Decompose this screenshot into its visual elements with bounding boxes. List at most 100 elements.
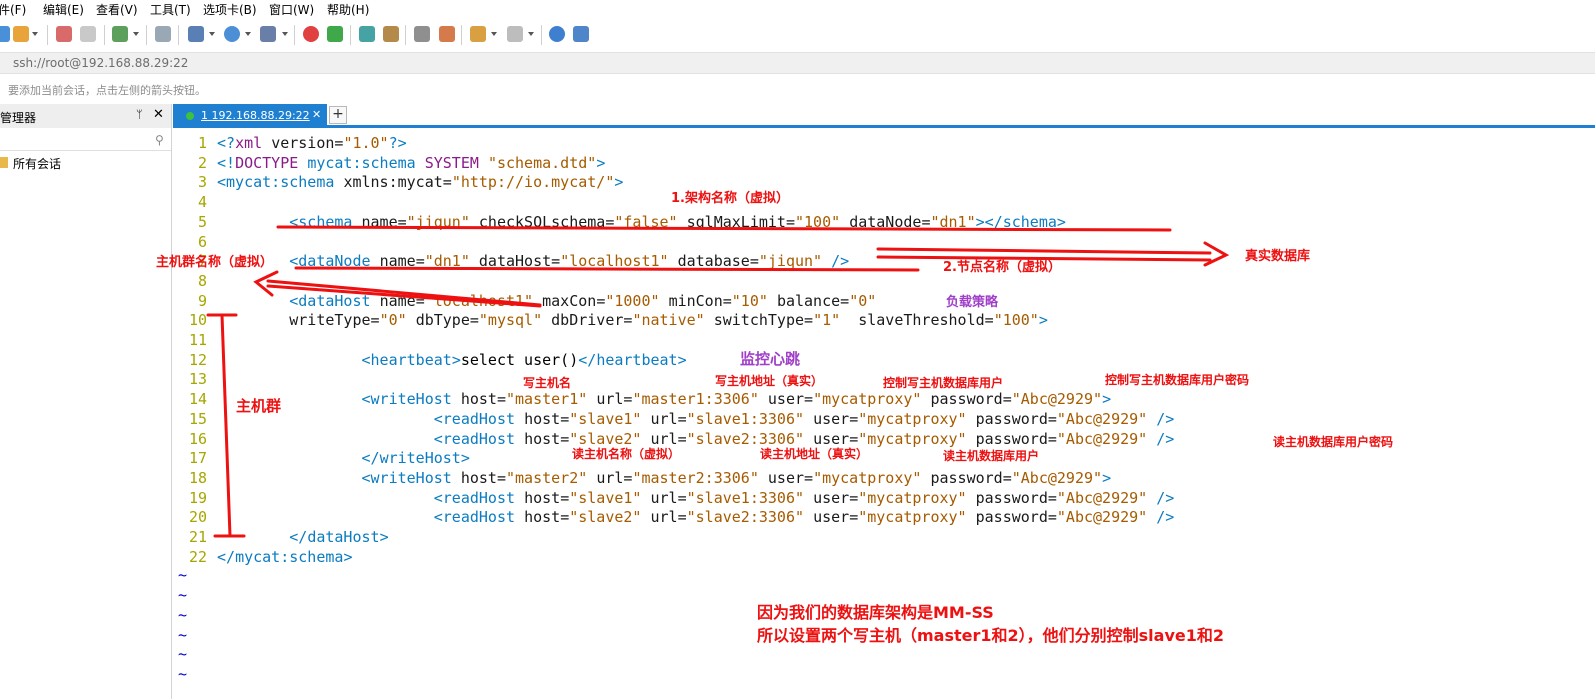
code-text: writeType="0" dbType="mysql" dbDriver="n…: [289, 311, 1048, 330]
menu-edit[interactable]: 编辑(E): [43, 1, 84, 18]
line-number: 9: [197, 291, 207, 310]
fullscreen-icon[interactable]: [359, 26, 375, 42]
code-text: <mycat:schema xmlns:mycat="http://io.myc…: [217, 173, 624, 192]
code-text: <writeHost host="master1" url="master1:3…: [361, 390, 1112, 409]
tab-session[interactable]: 1 192.168.88.29:22 ✕: [173, 104, 327, 128]
annotation-read-db-pwd: 读主机数据库用户密码: [1273, 435, 1394, 449]
highlight-icon[interactable]: [439, 26, 455, 42]
empty-line-marker: ~: [178, 645, 188, 664]
add-tab-button[interactable]: +: [329, 106, 347, 124]
session-manager-title: 会话管理器: [0, 111, 37, 125]
line-number: 22: [188, 547, 207, 566]
close-icon[interactable]: ✕: [153, 107, 164, 122]
line-number: 20: [188, 508, 207, 527]
annotation-heartbeat: 监控心跳: [740, 350, 801, 368]
empty-line-marker: ~: [178, 586, 188, 605]
code-text: <!DOCTYPE mycat:schema SYSTEM "schema.dt…: [217, 153, 606, 172]
folder-icon: [0, 157, 8, 168]
code-text: <readHost host="slave1" url="slave1:3306…: [433, 488, 1175, 507]
menu-help[interactable]: 帮助(H): [327, 1, 369, 18]
menu-file[interactable]: 文件(F): [0, 1, 26, 18]
line-number: 1: [197, 134, 207, 152]
address-bar[interactable]: ssh://root@192.168.88.29:22: [0, 52, 1595, 74]
tab-bar: 1 192.168.88.29:22 ✕ +: [173, 104, 1595, 128]
annotation-node-name: 2.节点名称（虚拟）: [943, 260, 1061, 275]
address-input[interactable]: ssh://root@192.168.88.29:22: [13, 56, 188, 70]
font-icon[interactable]: [260, 26, 276, 42]
line-number: 12: [188, 350, 207, 369]
code-text: <?xml version="1.0"?>: [217, 134, 407, 152]
code-text: <readHost host="slave1" url="slave1:3306…: [433, 409, 1175, 428]
empty-line-marker: ~: [178, 664, 188, 683]
menu-view[interactable]: 查看(V): [96, 1, 138, 18]
lock-icon[interactable]: [383, 26, 399, 42]
find-icon[interactable]: [155, 26, 171, 42]
annotation-host-group-name: 主机群名称（虚拟）: [156, 255, 274, 270]
code-text: <heartbeat>select user()</heartbeat>: [361, 350, 687, 369]
line-number: 8: [197, 271, 207, 290]
line-number: 6: [197, 232, 207, 251]
empty-line-marker: ~: [178, 605, 188, 624]
session-search[interactable]: ⚲: [0, 131, 171, 151]
code-text: </writeHost>: [361, 449, 470, 468]
line-number: 16: [188, 429, 207, 448]
hint-text: 要添加当前会话，点击左侧的箭头按钮。: [8, 84, 206, 97]
properties-icon[interactable]: [112, 26, 128, 42]
new-session-icon[interactable]: [0, 26, 10, 42]
annotation-write-host-addr: 写主机地址（真实）: [715, 374, 824, 388]
line-number: 11: [188, 331, 207, 349]
pin-icon[interactable]: ᛘ: [136, 108, 143, 121]
annotation-real-db: 真实数据库: [1245, 249, 1311, 264]
tunnel-icon[interactable]: [327, 26, 343, 42]
menu-window[interactable]: 窗口(W): [269, 1, 314, 18]
keyboard-icon[interactable]: [414, 26, 430, 42]
session-manager-header: 会话管理器 ᛘ ✕: [0, 104, 171, 128]
empty-line-marker: ~: [178, 625, 188, 644]
annotation-balance: 负载策略: [946, 295, 999, 310]
line-number: 19: [188, 488, 207, 507]
connect-icon[interactable]: [56, 26, 72, 42]
code-text: </dataHost>: [289, 528, 389, 546]
annotation-host-group: 主机群: [236, 397, 282, 415]
menu-tools[interactable]: 工具(T): [150, 1, 191, 18]
globe-icon[interactable]: [224, 26, 240, 42]
code-text: <readHost host="slave2" url="slave2:3306…: [433, 508, 1175, 527]
line-number: 2: [197, 153, 207, 172]
line-number: 3: [197, 173, 207, 192]
code-text: <dataNode name="dn1" dataHost="localhost…: [289, 252, 850, 271]
chat-icon[interactable]: [573, 26, 589, 42]
code-text: <readHost host="slave2" url="slave2:3306…: [433, 429, 1175, 448]
compose-icon[interactable]: [470, 26, 486, 42]
annotation-write-host-name: 写主机名: [523, 376, 572, 390]
empty-line-marker: ~: [178, 566, 188, 585]
annotation-note-line1: 因为我们的数据库架构是MM-SS: [757, 603, 994, 622]
code-text: <schema name="jiqun" checkSQLschema="fal…: [289, 212, 1066, 231]
disconnect-icon[interactable]: [80, 26, 96, 42]
open-folder-icon[interactable]: [13, 26, 29, 42]
annotation-read-host-name: 读主机名称（虚拟）: [572, 447, 681, 461]
line-number: 4: [197, 193, 207, 212]
line-number: 5: [197, 212, 207, 231]
line-number: 21: [188, 528, 207, 546]
annotation-write-db-user: 控制写主机数据库用户: [883, 376, 1004, 390]
annotation-write-db-pwd: 控制写主机数据库用户密码: [1105, 373, 1250, 387]
line-number: 14: [188, 390, 207, 409]
xftp-icon[interactable]: [303, 26, 319, 42]
layout-icon[interactable]: [507, 26, 523, 42]
menu-tabs[interactable]: 选项卡(B): [203, 1, 257, 18]
annotation-read-host-addr: 读主机地址（真实）: [760, 447, 869, 461]
line-number: 15: [188, 409, 207, 428]
toolbar: [0, 18, 1595, 52]
line-number: 18: [188, 468, 207, 487]
hint-bar: 要添加当前会话，点击左侧的箭头按钮。: [0, 79, 1595, 99]
tree-item-all-sessions[interactable]: 所有会话: [13, 155, 61, 172]
transfer-icon[interactable]: [188, 26, 204, 42]
code-text: <writeHost host="master2" url="master2:3…: [361, 468, 1112, 487]
help-icon[interactable]: [549, 26, 565, 42]
tab-label[interactable]: 1 192.168.88.29:22: [201, 109, 310, 122]
code-text: <dataHost name="localhost1" maxCon="1000…: [289, 291, 877, 310]
search-icon[interactable]: ⚲: [155, 133, 164, 147]
code-text: </mycat:schema>: [217, 547, 353, 566]
line-number: 17: [188, 449, 207, 468]
tab-close-icon[interactable]: ✕: [312, 108, 321, 121]
